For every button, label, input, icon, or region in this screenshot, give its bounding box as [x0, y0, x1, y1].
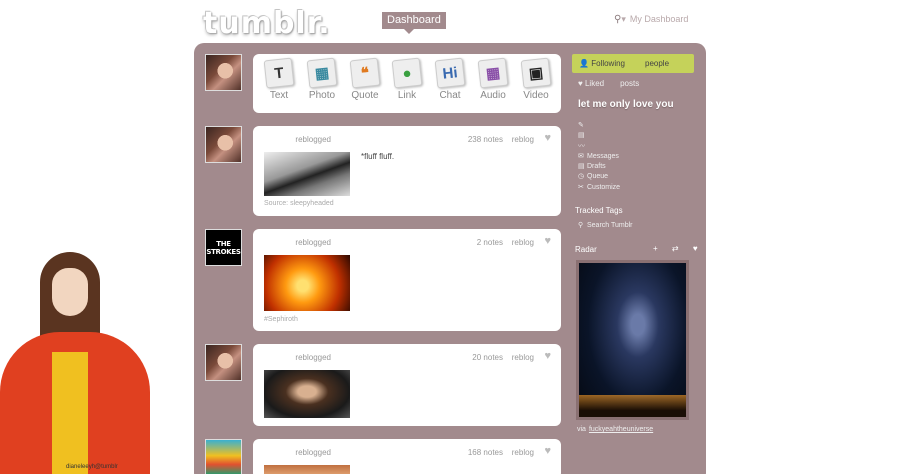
- post-notes[interactable]: 168 notes: [468, 448, 503, 457]
- liked-label: Liked: [584, 79, 605, 88]
- watermark-text: dianeleeyh@tumblr: [66, 464, 118, 470]
- compose-photo-button[interactable]: ▦ Photo: [302, 57, 342, 101]
- quote-icon: ❝: [349, 57, 381, 89]
- photo-icon: ▦: [306, 57, 338, 89]
- compose-video-button[interactable]: ▣ Video: [516, 57, 556, 101]
- tracked-tags-heading: Tracked Tags: [575, 206, 623, 215]
- following-label: Following: [591, 59, 625, 68]
- sidebar-posts-link[interactable]: ▤: [578, 131, 587, 139]
- post-photo[interactable]: [264, 255, 350, 311]
- drafts-icon: ▤: [578, 163, 585, 170]
- compose-text-button[interactable]: T Text: [259, 57, 299, 101]
- post-notes[interactable]: 238 notes: [468, 135, 503, 144]
- radar-photo[interactable]: [576, 260, 689, 420]
- like-heart-icon[interactable]: ♥: [544, 350, 551, 362]
- liked-count-label: posts: [620, 79, 640, 88]
- background-girl-illustration: [0, 252, 155, 474]
- radar-via-user-link[interactable]: fuckyeahtheuniverse: [589, 426, 653, 433]
- post-card: reblogged 2 notes reblog ♥ #Sephiroth: [253, 229, 561, 331]
- post-quote-text: *fluff fluff.: [361, 152, 395, 161]
- user-avatar[interactable]: [205, 54, 242, 91]
- liked-link[interactable]: ♥ Liked posts: [578, 79, 639, 88]
- post-avatar[interactable]: [205, 126, 242, 163]
- sidebar-item-messages[interactable]: ✉ Messages: [578, 152, 619, 160]
- clock-icon: ◷: [578, 173, 585, 180]
- edit-icon: ✎: [578, 122, 584, 129]
- following-link[interactable]: 👤 Following people: [572, 54, 694, 73]
- radar-via: via fuckyeahtheuniverse: [577, 426, 654, 433]
- wrench-icon: ✂: [578, 184, 584, 191]
- reblog-button[interactable]: reblog: [512, 238, 534, 247]
- sidebar-item-drafts[interactable]: ▤ Drafts: [578, 162, 606, 170]
- sidebar-item-customize[interactable]: ✂ Customize: [578, 183, 620, 191]
- text-icon: T: [263, 57, 295, 89]
- post-avatar[interactable]: THE STROKES: [205, 229, 242, 266]
- sidebar-item-queue[interactable]: ◷ Queue: [578, 172, 608, 180]
- sidebar-edit-link[interactable]: ✎: [578, 121, 587, 129]
- post-card: reblogged 238 notes reblog ♥ *fluff fluf…: [253, 126, 561, 216]
- heart-icon: ♥: [578, 79, 583, 88]
- post-action: reblogged: [295, 238, 331, 247]
- post-photo[interactable]: [264, 370, 350, 418]
- post-photo[interactable]: [264, 465, 350, 474]
- document-icon: ▤: [578, 132, 585, 139]
- link-icon: ●: [391, 57, 423, 89]
- dashboard-tab[interactable]: Dashboard: [382, 12, 446, 34]
- radar-actions[interactable]: + ⇄ ♥: [653, 244, 704, 253]
- search-label: My Dashboard: [629, 14, 689, 24]
- reblog-button[interactable]: reblog: [512, 353, 534, 362]
- compose-quote-button[interactable]: ❝ Quote: [345, 57, 385, 101]
- dashboard-search[interactable]: ⚲▾ My Dashboard: [614, 14, 688, 25]
- post-avatar[interactable]: [205, 344, 242, 381]
- post-source[interactable]: Source: sleepyheaded: [264, 200, 334, 207]
- blog-title[interactable]: let me only love you: [578, 99, 674, 110]
- search-dropdown-arrow: ▾: [621, 14, 626, 24]
- post-action: reblogged: [295, 135, 331, 144]
- compose-chat-button[interactable]: Hi Chat: [430, 57, 470, 101]
- reblog-button[interactable]: reblog: [512, 448, 534, 457]
- search-tumblr-link[interactable]: ⚲ Search Tumblr: [578, 221, 633, 229]
- following-count-label: people: [645, 59, 670, 68]
- post-avatar[interactable]: [205, 439, 242, 474]
- like-heart-icon[interactable]: ♥: [544, 235, 551, 247]
- post-photo[interactable]: [264, 152, 350, 196]
- like-heart-icon[interactable]: ♥: [544, 132, 551, 144]
- envelope-icon: ✉: [578, 153, 584, 160]
- radar-heading: Radar: [575, 245, 597, 254]
- compose-link-button[interactable]: ● Link: [387, 57, 427, 101]
- post-tag[interactable]: #Sephiroth: [264, 316, 298, 323]
- compose-audio-button[interactable]: ▦ Audio: [473, 57, 513, 101]
- tumblr-logo[interactable]: tumblr.: [203, 6, 331, 41]
- video-icon: ▣: [520, 57, 552, 89]
- post-notes[interactable]: 2 notes: [477, 238, 503, 247]
- like-heart-icon[interactable]: ♥: [544, 445, 551, 457]
- post-card: reblogged 168 notes reblog ♥: [253, 439, 561, 474]
- post-action: reblogged: [295, 448, 331, 457]
- post-compose-bar: T Text ▦ Photo ❝ Quote ● Link Hi Chat ▦ Audio …: [253, 54, 561, 113]
- sidebar-activity-link[interactable]: 〰: [578, 141, 587, 151]
- audio-icon: ▦: [477, 57, 509, 89]
- search-icon: ⚲: [578, 222, 584, 229]
- post-card: reblogged 20 notes reblog ♥: [253, 344, 561, 426]
- chat-icon: Hi: [434, 57, 466, 89]
- person-icon: 👤: [579, 59, 589, 68]
- post-notes[interactable]: 20 notes: [472, 353, 503, 362]
- activity-icon: 〰: [578, 143, 585, 150]
- post-action: reblogged: [295, 353, 331, 362]
- reblog-button[interactable]: reblog: [512, 135, 534, 144]
